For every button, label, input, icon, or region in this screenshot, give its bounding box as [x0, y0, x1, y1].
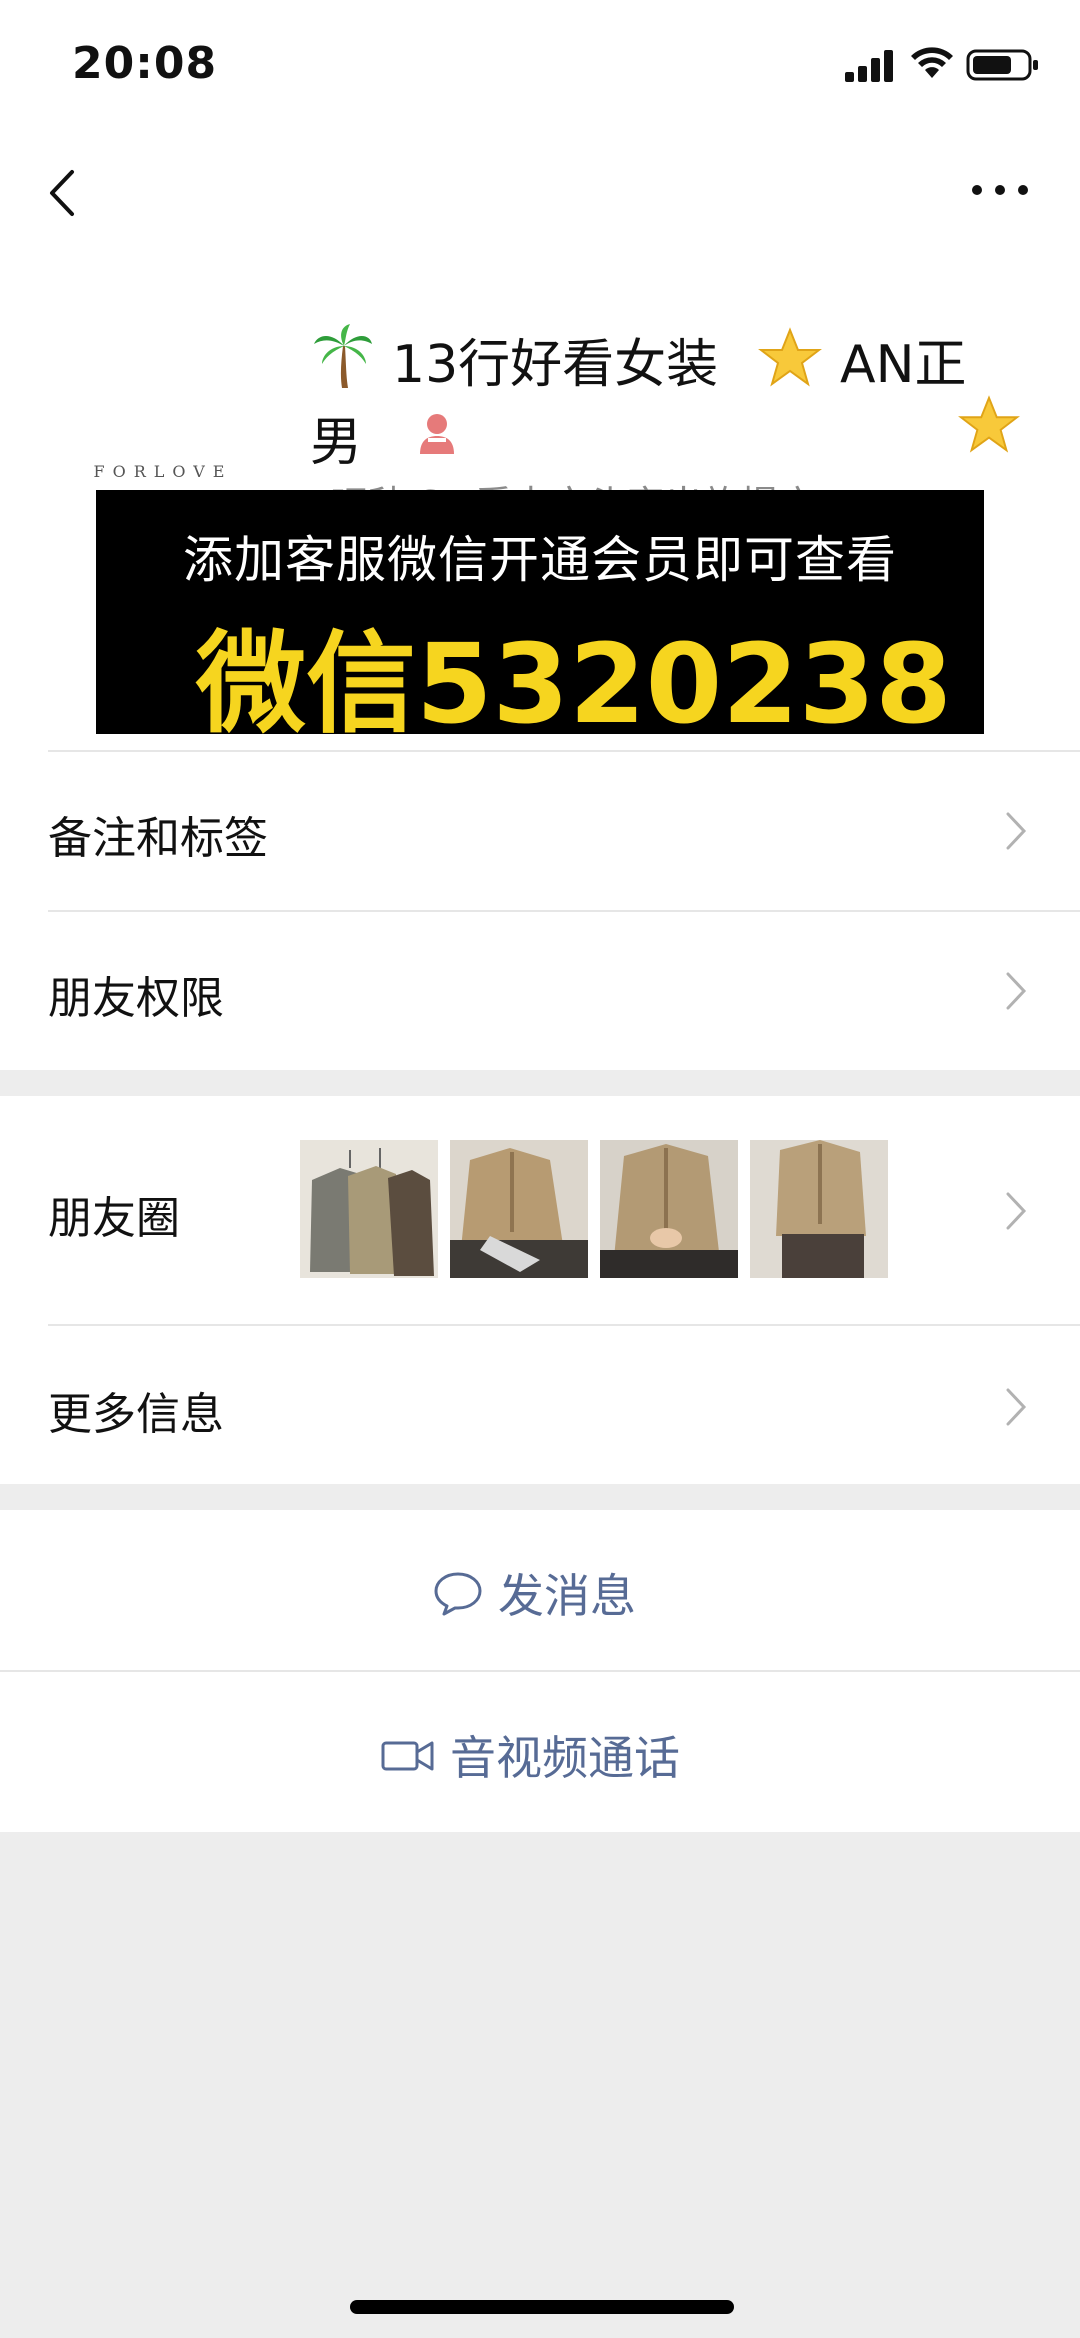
contact-name: 13行好看女装	[392, 335, 719, 395]
contact-name-line2: 男	[310, 413, 363, 473]
star-icon	[758, 327, 822, 387]
contact-profile-page: 20:08 FORLOVE N	[0, 0, 1080, 2338]
signal-icon	[845, 50, 893, 82]
video-call-button[interactable]: 音视频通话	[0, 1670, 1080, 1832]
status-bar: 20:08	[0, 0, 1080, 130]
promo-banner: 添加客服微信开通会员即可查看 微信5320238	[96, 490, 984, 748]
video-camera-icon	[381, 1741, 434, 1771]
moments-thumbnail	[450, 1140, 588, 1278]
chevron-right-icon	[1006, 812, 1027, 850]
banner-line2: 微信5320238	[196, 620, 952, 748]
divider	[48, 750, 1080, 752]
row-permissions-label: 朋友权限	[48, 973, 224, 1024]
divider	[0, 1670, 1080, 1672]
more-dots-icon[interactable]	[965, 160, 1035, 220]
row-friend-permissions[interactable]: 朋友权限	[0, 910, 1080, 1070]
banner-line1: 添加客服微信开通会员即可查看	[183, 531, 897, 589]
send-message-button[interactable]: 发消息	[0, 1510, 1080, 1670]
moments-thumbnail	[300, 1140, 438, 1278]
row-notes-tags[interactable]: 备注和标签	[0, 750, 1080, 910]
row-more-info-label: 更多信息	[48, 1389, 224, 1440]
back-button[interactable]	[40, 158, 90, 228]
battery-icon	[966, 49, 1038, 81]
star-icon	[958, 395, 1020, 453]
divider	[48, 910, 1080, 912]
video-call-label: 音视频通话	[450, 1731, 680, 1785]
send-message-label: 发消息	[498, 1569, 636, 1623]
chevron-right-icon	[1006, 1388, 1027, 1426]
chat-bubble-icon	[434, 1572, 482, 1616]
palm-tree-icon	[314, 324, 372, 388]
row-moments[interactable]: 朋友圈	[0, 1096, 1080, 1324]
chevron-right-icon	[1006, 972, 1027, 1010]
chevron-right-icon	[1006, 1192, 1027, 1230]
moments-thumbnail	[600, 1140, 738, 1278]
wifi-icon	[911, 47, 953, 78]
row-more-info[interactable]: 更多信息	[0, 1324, 1080, 1484]
nav-bar	[0, 130, 1080, 260]
home-indicator[interactable]	[350, 2300, 734, 2314]
video-call-content: 音视频通话	[380, 1722, 680, 1788]
avatar-logo-line1: FORLOVE	[93, 462, 233, 481]
moments-thumbnail	[750, 1140, 888, 1278]
status-time: 20:08	[72, 38, 218, 89]
send-message-content: 发消息	[432, 1560, 636, 1626]
female-icon	[420, 414, 454, 454]
row-moments-label: 朋友圈	[48, 1193, 180, 1244]
contact-name-suffix: AN正	[840, 335, 967, 395]
row-notes-label: 备注和标签	[48, 813, 268, 864]
divider	[48, 1324, 1080, 1326]
